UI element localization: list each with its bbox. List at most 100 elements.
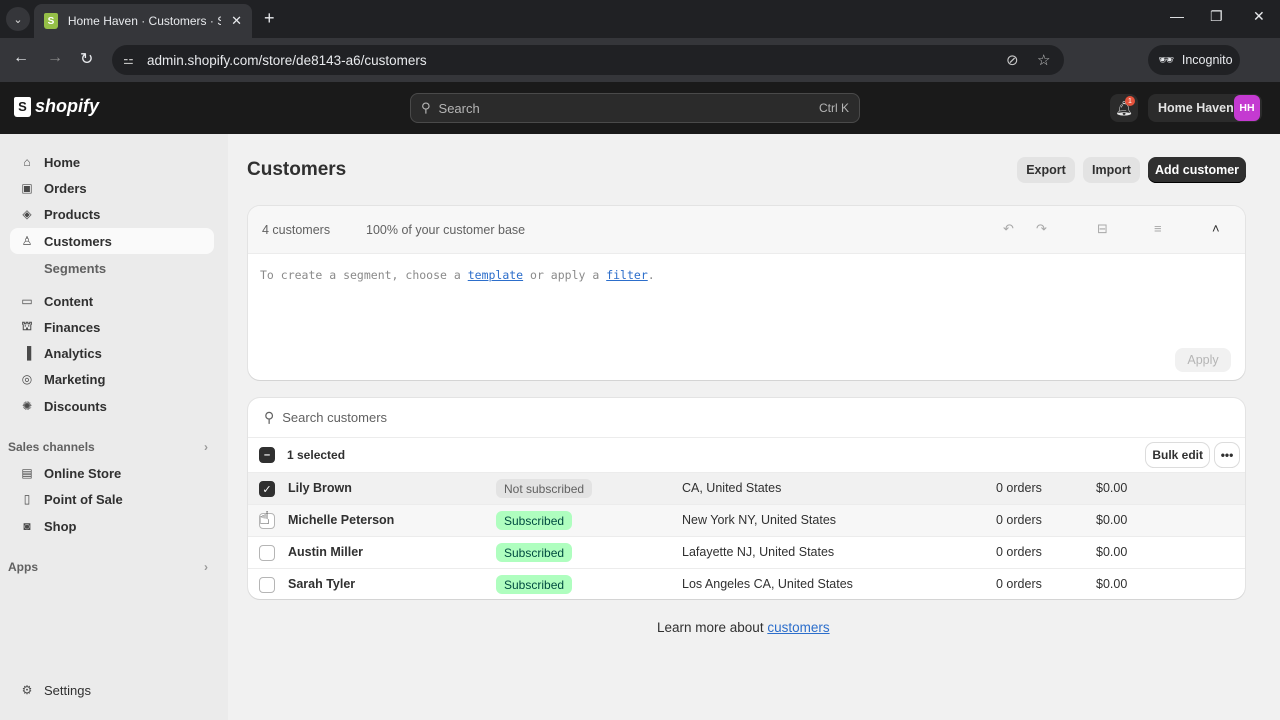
table-row[interactable]: Austin Miller Subscribed Lafayette NJ, U… <box>248 536 1245 568</box>
back-icon[interactable]: ← <box>13 49 29 67</box>
discount-icon: ✺ <box>21 399 33 413</box>
bulk-actions-bar: – 1 selected Bulk edit ••• <box>248 438 1245 472</box>
sidebar-item-products[interactable]: ◈ Products <box>10 201 214 227</box>
more-actions-button[interactable]: ••• <box>1215 443 1239 467</box>
customer-spent: $0.00 <box>1096 577 1128 591</box>
hand-cursor-icon: ☝ <box>259 508 270 528</box>
customer-name[interactable]: Michelle Peterson <box>288 513 394 527</box>
tracking-protection-icon[interactable]: ⊘ <box>1006 51 1019 69</box>
customer-base-percent: 100% of your customer base <box>366 223 526 237</box>
sidebar-item-content[interactable]: ▭ Content <box>10 288 214 314</box>
sidebar-item-orders[interactable]: ▣ Orders <box>10 175 214 201</box>
gear-icon: ⚙ <box>21 683 33 697</box>
customer-name[interactable]: Lily Brown <box>288 481 352 495</box>
bulk-edit-button[interactable]: Bulk edit <box>1146 443 1209 467</box>
bookmark-star-icon[interactable]: ☆ <box>1037 51 1050 69</box>
url-text[interactable]: admin.shopify.com/store/de8143-a6/custom… <box>147 53 427 68</box>
redo-icon[interactable]: ↷ <box>1036 221 1047 237</box>
tab-search-button[interactable]: ⌄ <box>6 7 30 31</box>
minimize-icon[interactable]: — <box>1170 8 1184 24</box>
filter-link[interactable]: filter <box>606 268 648 282</box>
image-icon: ▭ <box>21 294 33 308</box>
add-customer-button[interactable]: Add customer <box>1148 157 1246 183</box>
segment-header: 4 customers 100% of your customer base ↶… <box>248 206 1245 254</box>
store-name: Home Haven <box>1158 101 1234 115</box>
reload-icon[interactable]: ↻ <box>80 49 93 69</box>
inbox-icon: ▣ <box>21 181 33 195</box>
close-window-icon[interactable]: ✕ <box>1253 8 1265 25</box>
site-info-icon[interactable]: ⚍ <box>123 53 145 67</box>
segment-query-editor[interactable]: To create a segment, choose a template o… <box>260 268 655 282</box>
sidebar-item-point-of-sale[interactable]: ▯ Point of Sale <box>10 486 214 512</box>
sidebar-item-finances[interactable]: ⛫ Finances <box>10 314 214 340</box>
sales-channels-header[interactable]: Sales channels › <box>8 440 208 454</box>
sidebar-item-label: Home <box>44 154 81 170</box>
table-row[interactable]: Sarah Tyler Subscribed Los Angeles CA, U… <box>248 568 1245 599</box>
subscription-badge: Subscribed <box>496 543 573 562</box>
customer-name[interactable]: Sarah Tyler <box>288 577 355 591</box>
customer-orders: 0 orders <box>996 577 1042 591</box>
sidebar-item-segments[interactable]: Segments <box>44 261 106 276</box>
target-icon: ◎ <box>21 372 33 386</box>
sidebar-item-online-store[interactable]: ▤ Online Store <box>10 460 214 486</box>
new-tab-icon[interactable]: + <box>264 8 275 29</box>
undo-icon[interactable]: ↶ <box>1003 221 1014 237</box>
selected-count: 1 selected <box>287 448 346 462</box>
segment-editor-card: 4 customers 100% of your customer base ↶… <box>248 206 1245 380</box>
subscription-badge: Not subscribed <box>496 479 593 498</box>
customers-help-link[interactable]: customers <box>767 620 829 635</box>
customer-spent: $0.00 <box>1096 481 1128 495</box>
store-menu-button[interactable]: Home Haven HH <box>1148 94 1262 122</box>
subscription-badge: Subscribed <box>496 575 573 594</box>
customer-name[interactable]: Austin Miller <box>288 545 363 559</box>
store-icon: ▤ <box>21 466 33 480</box>
table-row[interactable]: Michelle Peterson Subscribed New York NY… <box>248 504 1245 536</box>
customer-spent: $0.00 <box>1096 545 1128 559</box>
apply-button[interactable]: Apply <box>1175 348 1231 372</box>
restore-icon[interactable]: ❐ <box>1210 8 1223 25</box>
sidebar-item-label: Analytics <box>44 345 102 361</box>
logo-text: shopify <box>35 96 100 116</box>
address-bar[interactable]: ⚍ admin.shopify.com/store/de8143-a6/cust… <box>112 45 1064 75</box>
incognito-icon: 🕶 <box>1158 52 1174 67</box>
sidebar-item-settings[interactable]: ⚙ Settings <box>10 677 214 703</box>
sidebar-item-label: Content <box>44 293 94 309</box>
person-icon: ♙ <box>21 234 33 248</box>
browser-tab[interactable]: S Home Haven · Customers · Shopify ✕ <box>34 4 252 38</box>
search-customers-input[interactable]: ⚲ Search customers <box>248 398 1245 438</box>
close-tab-icon[interactable]: ✕ <box>231 13 242 29</box>
global-search-input[interactable]: ⚲ Search Ctrl K <box>410 93 860 123</box>
sidebar-item-home[interactable]: ⌂ Home <box>10 149 214 175</box>
sidebar-item-label: Discounts <box>44 398 107 414</box>
apps-header[interactable]: Apps › <box>8 560 208 574</box>
sidebar-item-label: Finances <box>44 319 101 335</box>
row-checkbox[interactable] <box>259 577 275 593</box>
page-title: Customers <box>247 159 347 180</box>
export-button[interactable]: Export <box>1017 157 1075 183</box>
filter-icon[interactable]: ≡ <box>1154 221 1162 236</box>
sidebar: ⌂ Home ▣ Orders ◈ Products ♙ Customers Segme… <box>0 134 228 720</box>
section-label: Sales channels <box>8 440 95 454</box>
sidebar-item-discounts[interactable]: ✺ Discounts <box>10 393 214 419</box>
notification-badge: 1 <box>1125 96 1135 106</box>
shopify-logo[interactable]: S shopify <box>14 96 99 117</box>
forward-icon[interactable]: → <box>47 49 63 67</box>
row-checkbox[interactable]: ✓ <box>259 481 275 497</box>
sidebar-item-customers[interactable]: ♙ Customers <box>10 228 214 254</box>
select-all-checkbox[interactable]: – <box>259 447 275 463</box>
sidebar-item-marketing[interactable]: ◎ Marketing <box>10 366 214 392</box>
chevron-up-icon[interactable]: ˄ <box>1212 221 1220 236</box>
pos-icon: ▯ <box>23 492 31 506</box>
sidebar-item-analytics[interactable]: ▐ Analytics <box>10 340 214 366</box>
sidebar-item-shop[interactable]: ◙ Shop <box>10 513 214 539</box>
home-icon: ⌂ <box>23 155 31 169</box>
template-icon[interactable]: ⊟ <box>1097 221 1108 237</box>
template-link[interactable]: template <box>468 268 523 282</box>
table-row[interactable]: ✓ Lily Brown Not subscribed CA, United S… <box>248 472 1245 504</box>
section-label: Apps <box>8 560 38 574</box>
sidebar-item-label: Products <box>44 206 101 222</box>
incognito-indicator[interactable]: 🕶 Incognito <box>1148 45 1240 75</box>
customer-location: CA, United States <box>682 481 782 495</box>
row-checkbox[interactable] <box>259 545 275 561</box>
import-button[interactable]: Import <box>1083 157 1140 183</box>
